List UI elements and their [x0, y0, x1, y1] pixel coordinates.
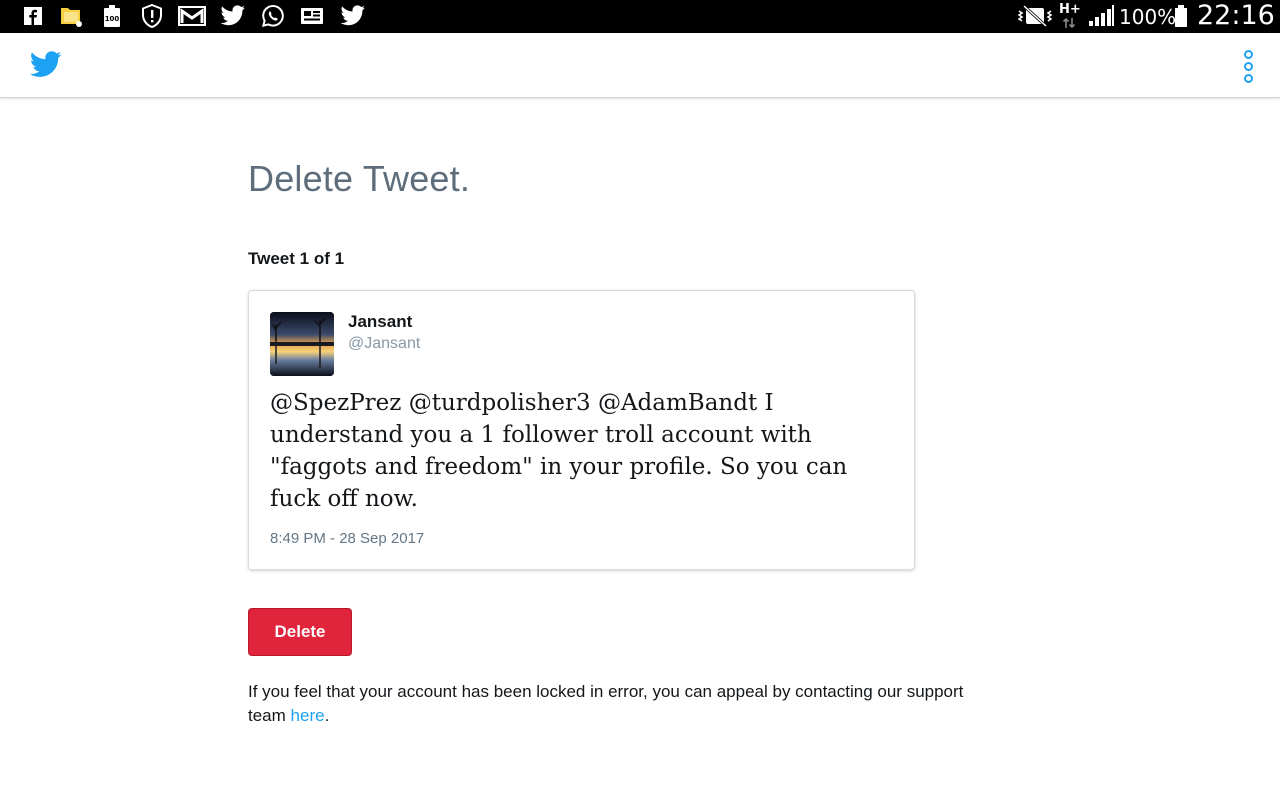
page-title: Delete Tweet. — [248, 158, 471, 199]
menu-dot — [1243, 61, 1253, 71]
whatsapp-icon — [260, 4, 286, 28]
battery-monitor-icon: 100 — [101, 4, 123, 28]
avatar[interactable] — [270, 312, 334, 376]
facebook-icon — [23, 4, 43, 28]
tweet-text: @SpezPrez @turdpolisher3 @AdamBandt I un… — [270, 390, 848, 512]
status-bar: 100 H+ 100% 22:16 — [0, 0, 1280, 33]
clock: 22:16 — [1197, 0, 1275, 31]
support-link[interactable]: here — [291, 706, 325, 725]
tweet-screen-name[interactable]: @Jansant — [348, 335, 420, 353]
menu-dot — [1243, 49, 1253, 59]
appeal-suffix: . — [324, 706, 330, 725]
svg-text:100: 100 — [105, 15, 120, 23]
network-type: H+ — [1059, 2, 1081, 17]
appeal-message: If you feel that your account has been l… — [248, 682, 964, 725]
tweet-card: Jansant @Jansant @SpezPrez @turdpolisher… — [248, 290, 915, 570]
twitter-icon — [219, 4, 247, 28]
twitter-icon — [339, 4, 367, 28]
tweet-timestamp[interactable]: 8:49 PM - 28 Sep 2017 — [270, 530, 424, 547]
tweet-counter: Tweet 1 of 1 — [248, 249, 345, 268]
delete-button[interactable]: Delete — [248, 608, 352, 656]
file-manager-icon — [59, 4, 85, 28]
overflow-menu-icon[interactable] — [1232, 49, 1264, 83]
news-icon — [299, 4, 325, 28]
app-bar — [0, 33, 1280, 98]
battery-percent: 100% — [1119, 5, 1177, 29]
data-transfer-icon — [1061, 16, 1077, 30]
appeal-text: If you feel that your account has been l… — [248, 680, 988, 728]
signal-icon — [1088, 4, 1116, 28]
twitter-bird-icon[interactable] — [29, 51, 63, 81]
tweet-display-name[interactable]: Jansant — [348, 312, 412, 332]
gmail-icon — [178, 4, 206, 28]
alert-icon — [140, 4, 164, 28]
menu-dot — [1243, 73, 1253, 83]
vibrate-mute-icon — [1018, 4, 1052, 28]
battery-icon — [1172, 4, 1190, 28]
